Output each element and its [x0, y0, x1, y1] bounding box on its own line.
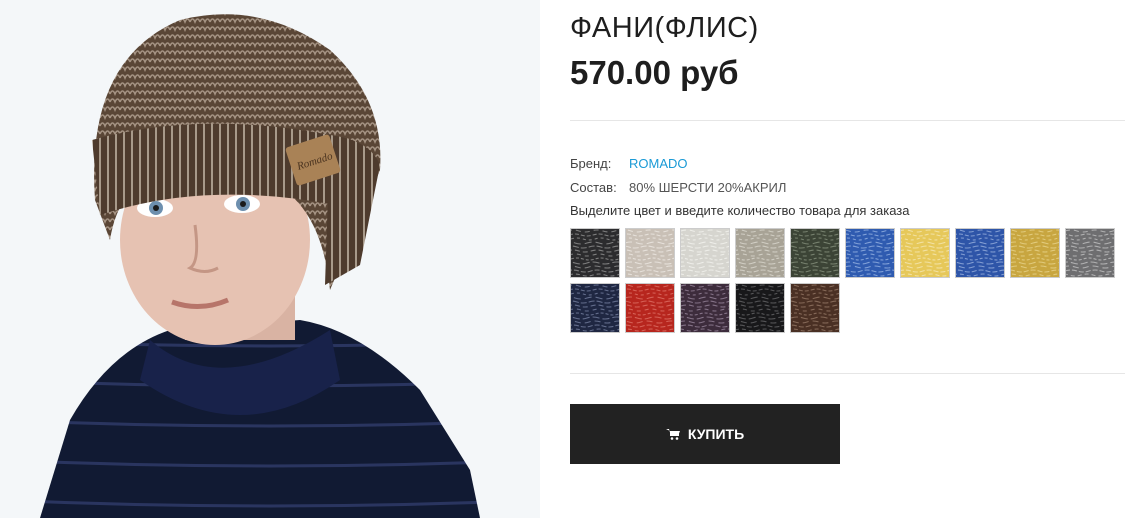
product-photo[interactable]: Romado: [0, 0, 540, 518]
color-swatch[interactable]: [625, 283, 675, 333]
composition-label: Состав:: [570, 180, 617, 195]
brand-link[interactable]: ROMADO: [629, 156, 688, 171]
product-info: ФАНИ(ФЛИС) 570.00 руб Бренд: ROMADO Сост…: [570, 0, 1125, 518]
buy-button-label: КУПИТЬ: [687, 426, 745, 442]
product-title: ФАНИ(ФЛИС): [570, 12, 759, 44]
composition-value: 80% ШЕРСТИ 20%АКРИЛ: [629, 180, 787, 195]
divider-bottom: [570, 373, 1125, 374]
buy-button[interactable]: КУПИТЬ: [570, 404, 840, 464]
product-price: 570.00 руб: [570, 54, 739, 91]
brand-label: Бренд:: [570, 156, 612, 171]
color-swatch[interactable]: [570, 283, 620, 333]
cart-icon: [665, 429, 680, 440]
color-swatch[interactable]: [790, 283, 840, 333]
color-swatch[interactable]: [735, 283, 785, 333]
color-swatch[interactable]: [625, 228, 675, 278]
color-swatch[interactable]: [735, 228, 785, 278]
color-hint: Выделите цвет и введите количество товар…: [570, 203, 910, 218]
color-swatch[interactable]: [1065, 228, 1115, 278]
color-swatch[interactable]: [680, 228, 730, 278]
composition-row: Состав: 80% ШЕРСТИ 20%АКРИЛ: [570, 180, 786, 195]
color-swatch[interactable]: [955, 228, 1005, 278]
divider-top: [570, 120, 1125, 121]
product-image: Romado: [0, 0, 540, 518]
color-swatch[interactable]: [1010, 228, 1060, 278]
color-swatch[interactable]: [790, 228, 840, 278]
brand-row: Бренд: ROMADO: [570, 156, 688, 171]
color-swatch[interactable]: [900, 228, 950, 278]
color-swatch[interactable]: [845, 228, 895, 278]
color-swatch[interactable]: [570, 228, 620, 278]
color-swatch[interactable]: [680, 283, 730, 333]
